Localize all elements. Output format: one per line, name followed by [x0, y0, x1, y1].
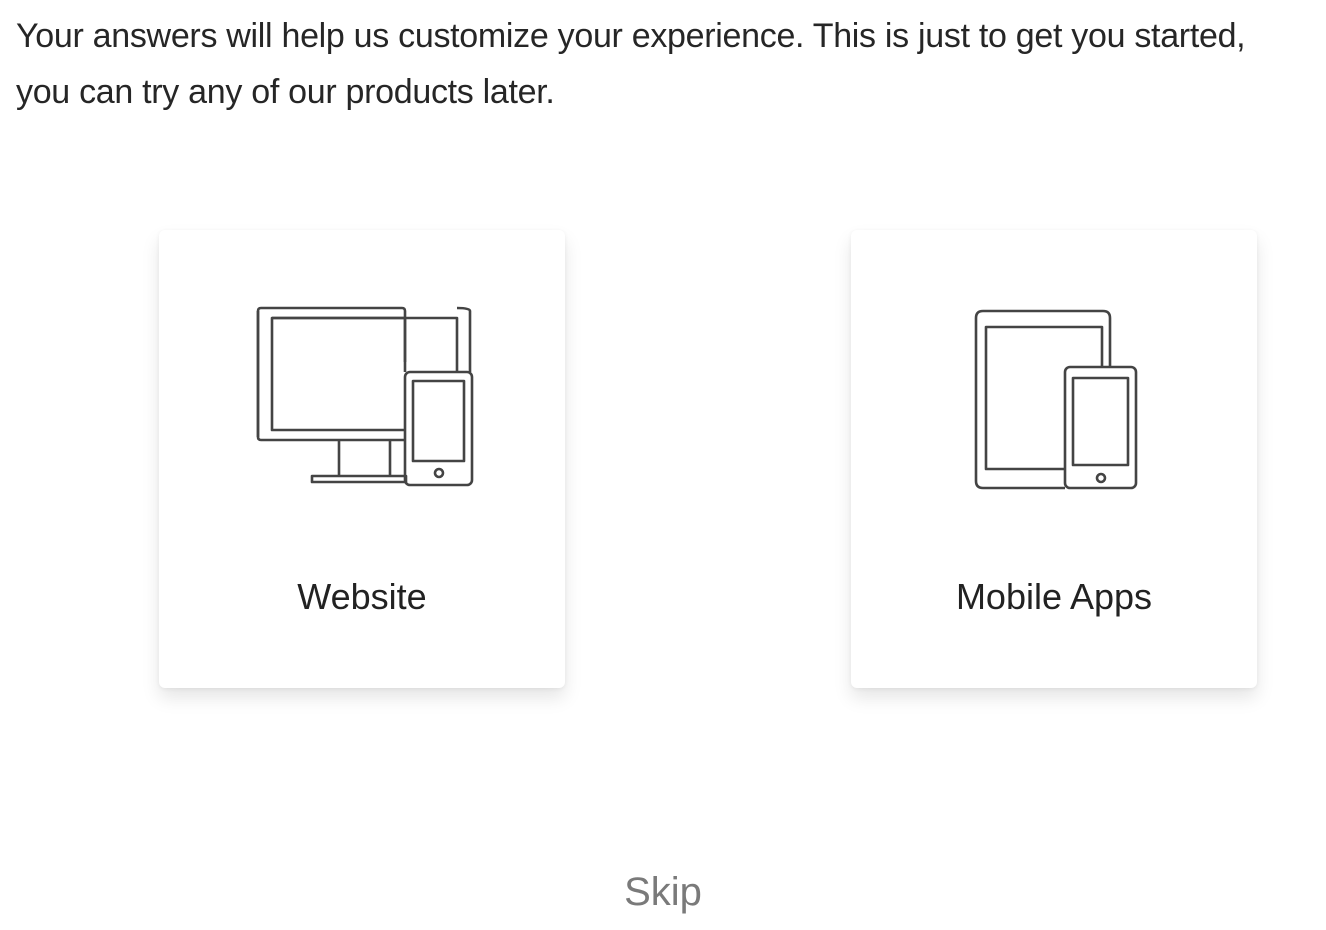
tablet-and-phone-icon	[974, 309, 1138, 490]
intro-text: Your answers will help us customize your…	[16, 8, 1316, 120]
intro-line-1: Your answers will help us customize your…	[16, 17, 1246, 55]
desktop-and-phone-icon	[256, 306, 474, 487]
mobile-apps-option-card[interactable]: Mobile Apps	[851, 230, 1257, 688]
website-option-card[interactable]: Website	[159, 230, 565, 688]
skip-link[interactable]: Skip	[0, 864, 1326, 920]
intro-line-2: you can try any of our products later.	[16, 73, 555, 111]
mobile-apps-option-label: Mobile Apps	[955, 576, 1153, 617]
website-option-label: Website	[297, 576, 427, 617]
